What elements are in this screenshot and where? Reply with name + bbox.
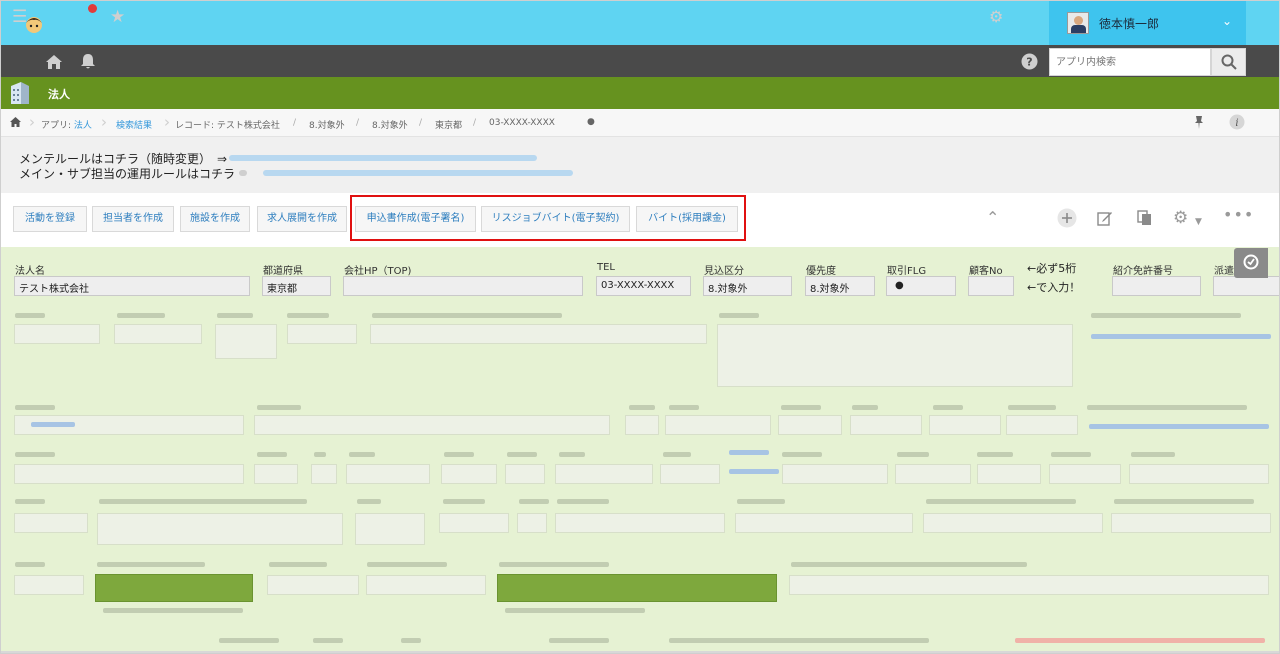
breadcrumb-slash: /: [356, 118, 360, 128]
prefecture-label: 都道府県: [263, 266, 303, 277]
customer-no-note-1: ←必ず5桁: [1027, 262, 1077, 275]
breadcrumb-separator: ›: [164, 113, 170, 131]
info-icon[interactable]: i: [1229, 114, 1245, 130]
assignee-rule-text: メイン・サブ担当の運用ルールはコチラ: [19, 167, 236, 181]
notification-badge: [88, 4, 97, 13]
register-activity-button[interactable]: 活動を登録: [13, 206, 87, 232]
breadcrumb-record: レコード: テスト株式会社: [175, 121, 280, 131]
search-button[interactable]: [1211, 48, 1246, 76]
svg-text:i: i: [1235, 118, 1238, 129]
company-name-label: 法人名: [15, 266, 45, 277]
settings-gear-icon[interactable]: ⚙: [1173, 207, 1188, 229]
chevron-down-icon[interactable]: ⌄: [1222, 14, 1232, 28]
customer-no-field[interactable]: [968, 276, 1014, 296]
trade-flg-field[interactable]: ●: [886, 276, 956, 296]
create-job-posting-button[interactable]: 求人展開を作成: [257, 206, 347, 232]
user-menu[interactable]: 徳本慎一郎 ⌄: [1049, 1, 1246, 45]
app-header: [1, 77, 1279, 109]
breadcrumb-slash: /: [419, 118, 423, 128]
menu-icon[interactable]: ☰: [12, 7, 27, 27]
notice-panel: メンテルールはコチラ（随時変更） ⇒ メイン・サブ担当の運用ルールはコチラ: [1, 137, 1279, 193]
priority-field[interactable]: 8.対象外: [805, 276, 875, 296]
star-icon[interactable]: ★: [110, 7, 125, 27]
bell-icon[interactable]: [80, 53, 96, 70]
search-icon: [1221, 54, 1237, 70]
breadcrumb-app: アプリ: 法人: [41, 118, 92, 131]
breadcrumb-field: 8.対象外: [309, 121, 345, 131]
breadcrumb-field: 東京都: [435, 121, 463, 131]
create-contact-button[interactable]: 担当者を作成: [92, 206, 174, 232]
assignee-rule-link[interactable]: [263, 170, 573, 176]
highlight-box: [350, 195, 746, 241]
customer-no-label: 顧客No: [969, 266, 1003, 277]
user-name: 徳本慎一郎: [1099, 16, 1160, 31]
building-icon: [11, 82, 29, 104]
arrow-icon: [239, 170, 247, 176]
app-window: 徳本慎一郎 ⌄ ☰ ★ ⚙ ? 法人 › アプリ: 法人 › 検索結果 › レコ…: [0, 0, 1280, 654]
prospect-label: 見込区分: [704, 266, 744, 277]
gear-icon[interactable]: ⚙: [989, 7, 1003, 27]
clock-check-icon: [1243, 254, 1259, 270]
license-no-field[interactable]: [1112, 276, 1201, 296]
dispatch-field[interactable]: [1213, 276, 1279, 296]
breadcrumb-field: 03-XXXX-XXXX: [489, 118, 555, 128]
prefecture-field[interactable]: 東京都: [262, 276, 331, 296]
chevron-down-icon[interactable]: ▼: [1195, 211, 1202, 233]
dispatch-label: 派遣: [1214, 266, 1234, 277]
copy-icon[interactable]: [1137, 210, 1152, 226]
breadcrumb-field: ●: [587, 117, 595, 127]
create-facility-button[interactable]: 施設を作成: [180, 206, 250, 232]
app-title: 法人: [48, 88, 70, 101]
company-hp-label: 会社HP（TOP): [344, 266, 412, 277]
tel-field[interactable]: 03-XXXX-XXXX: [596, 276, 691, 296]
pin-icon[interactable]: [1194, 116, 1204, 129]
company-name-field[interactable]: テスト株式会社: [14, 276, 250, 296]
side-panel-toggle[interactable]: [1234, 248, 1268, 278]
breadcrumb-slash: /: [293, 118, 297, 128]
help-icon[interactable]: ?: [1021, 53, 1038, 70]
more-icon[interactable]: •••: [1223, 204, 1254, 226]
breadcrumb-field: 8.対象外: [372, 121, 408, 131]
breadcrumb: › アプリ: 法人 › 検索結果 › レコード: テスト株式会社 / 8.対象外…: [1, 109, 1279, 137]
add-icon[interactable]: [1057, 208, 1077, 228]
company-hp-field[interactable]: [343, 276, 583, 296]
breadcrumb-app-link[interactable]: 法人: [74, 121, 92, 131]
license-no-label: 紹介免許番号: [1113, 266, 1173, 277]
home-icon[interactable]: [10, 117, 21, 127]
breadcrumb-separator: ›: [29, 113, 35, 131]
avatar: [1067, 12, 1089, 34]
trade-flg-label: 取引FLG: [887, 266, 927, 277]
breadcrumb-app-prefix: アプリ:: [41, 121, 74, 131]
edit-icon[interactable]: [1097, 210, 1113, 226]
chevron-up-icon[interactable]: ⌃: [986, 207, 999, 229]
svg-text:?: ?: [1026, 56, 1032, 69]
tel-label: TEL: [597, 262, 615, 273]
priority-label: 優先度: [806, 266, 836, 277]
customer-no-note-2: ←で入力！: [1027, 281, 1081, 294]
breadcrumb-slash: /: [473, 118, 477, 128]
prospect-field[interactable]: 8.対象外: [703, 276, 792, 296]
maintenance-rule-link[interactable]: [229, 155, 537, 161]
breadcrumb-separator: ›: [101, 113, 107, 131]
breadcrumb-search-results[interactable]: 検索結果: [116, 118, 152, 131]
search-input[interactable]: [1049, 48, 1211, 76]
home-icon[interactable]: [45, 54, 63, 70]
